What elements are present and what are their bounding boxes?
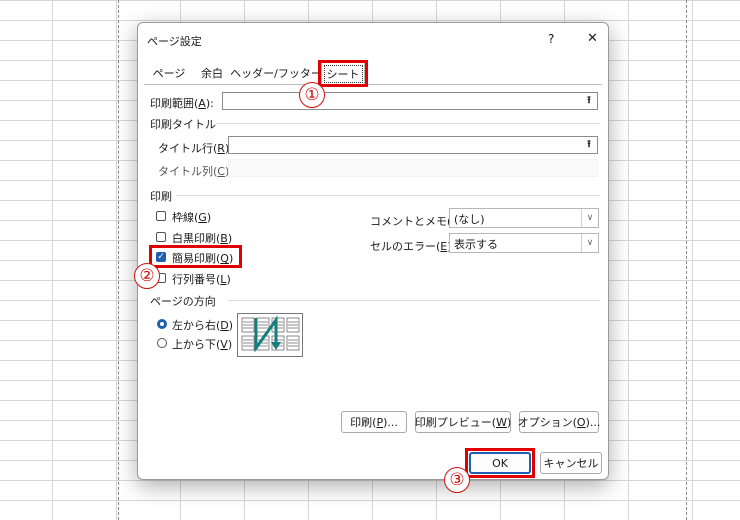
highlight-tab-sheet [318, 60, 368, 87]
over-then-down-label: 上から下(V) [172, 338, 233, 351]
print-button[interactable]: 印刷(P)... [341, 411, 407, 433]
title-rows-label: タイトル行(R): [158, 142, 233, 155]
step-badge-3: ③ [444, 467, 470, 493]
highlight-draft-quality [149, 245, 242, 268]
page-break-line-right [686, 0, 687, 520]
over-then-down-radio[interactable] [157, 338, 167, 348]
page-order-group-label: ページの方向 [150, 295, 216, 308]
chevron-down-icon: ∨ [581, 234, 598, 252]
gridlines-label: 枠線(G) [172, 211, 212, 224]
tab-margins[interactable]: 余白 [194, 63, 230, 83]
tab-margins-label: 余白 [201, 67, 223, 80]
dialog-title: ページ設定 [147, 35, 202, 48]
step-badge-2: ② [134, 263, 160, 289]
print-group-label: 印刷 [150, 190, 172, 203]
comments-select[interactable]: (なし) ∨ [449, 208, 599, 228]
cancel-button[interactable]: キャンセル [540, 452, 602, 474]
tab-page[interactable]: ページ [148, 63, 190, 83]
print-titles-divider [216, 123, 600, 124]
cancel-label: キャンセル [543, 457, 599, 470]
gridlines-checkbox[interactable] [156, 211, 166, 221]
down-then-over-radio[interactable] [157, 319, 167, 329]
black-white-label: 白黒印刷(B) [172, 232, 233, 245]
page-setup-dialog: ページ設定 ? ✕ ページ 余白 ヘッダー/フッター シート 印刷範囲(A): … [137, 22, 609, 480]
highlight-ok-button [465, 448, 535, 478]
page-break-line-left [118, 0, 119, 520]
row-col-headings-label: 行列番号(L) [172, 273, 231, 286]
print-area-label: 印刷範囲(A): [150, 97, 214, 110]
page-order-preview-icon [237, 313, 303, 357]
options-button[interactable]: オプション(O)... [518, 411, 600, 433]
tab-header-footer-label: ヘッダー/フッター [230, 67, 322, 80]
cell-errors-select[interactable]: 表示する ∨ [449, 233, 599, 253]
comments-value: (なし) [454, 213, 485, 226]
title-cols-label: タイトル列(C): [158, 165, 233, 178]
print-group-divider [176, 195, 600, 196]
tab-page-label: ページ [152, 67, 186, 80]
print-area-input[interactable]: ⭱ [222, 92, 598, 110]
close-icon[interactable]: ✕ [587, 31, 598, 46]
collapse-dialog-icon[interactable]: ⭱ [582, 94, 596, 108]
down-then-over-label: 左から右(D) [172, 319, 234, 332]
help-icon[interactable]: ? [548, 32, 554, 46]
print-titles-group-label: 印刷タイトル [150, 118, 216, 131]
cell-errors-value: 表示する [454, 238, 498, 251]
cell-errors-label: セルのエラー(E): [370, 240, 455, 253]
chevron-down-icon: ∨ [581, 209, 598, 227]
step-badge-1: ① [299, 82, 325, 108]
print-preview-button[interactable]: 印刷プレビュー(W) [415, 411, 511, 433]
tab-strip-line [144, 84, 602, 85]
title-rows-input[interactable]: ⭱ [228, 136, 598, 154]
tab-header-footer[interactable]: ヘッダー/フッター [230, 63, 322, 83]
page-order-divider [228, 300, 600, 301]
collapse-dialog-icon[interactable]: ⭱ [582, 138, 596, 152]
black-white-checkbox[interactable] [156, 232, 166, 242]
title-cols-input[interactable] [228, 159, 598, 177]
